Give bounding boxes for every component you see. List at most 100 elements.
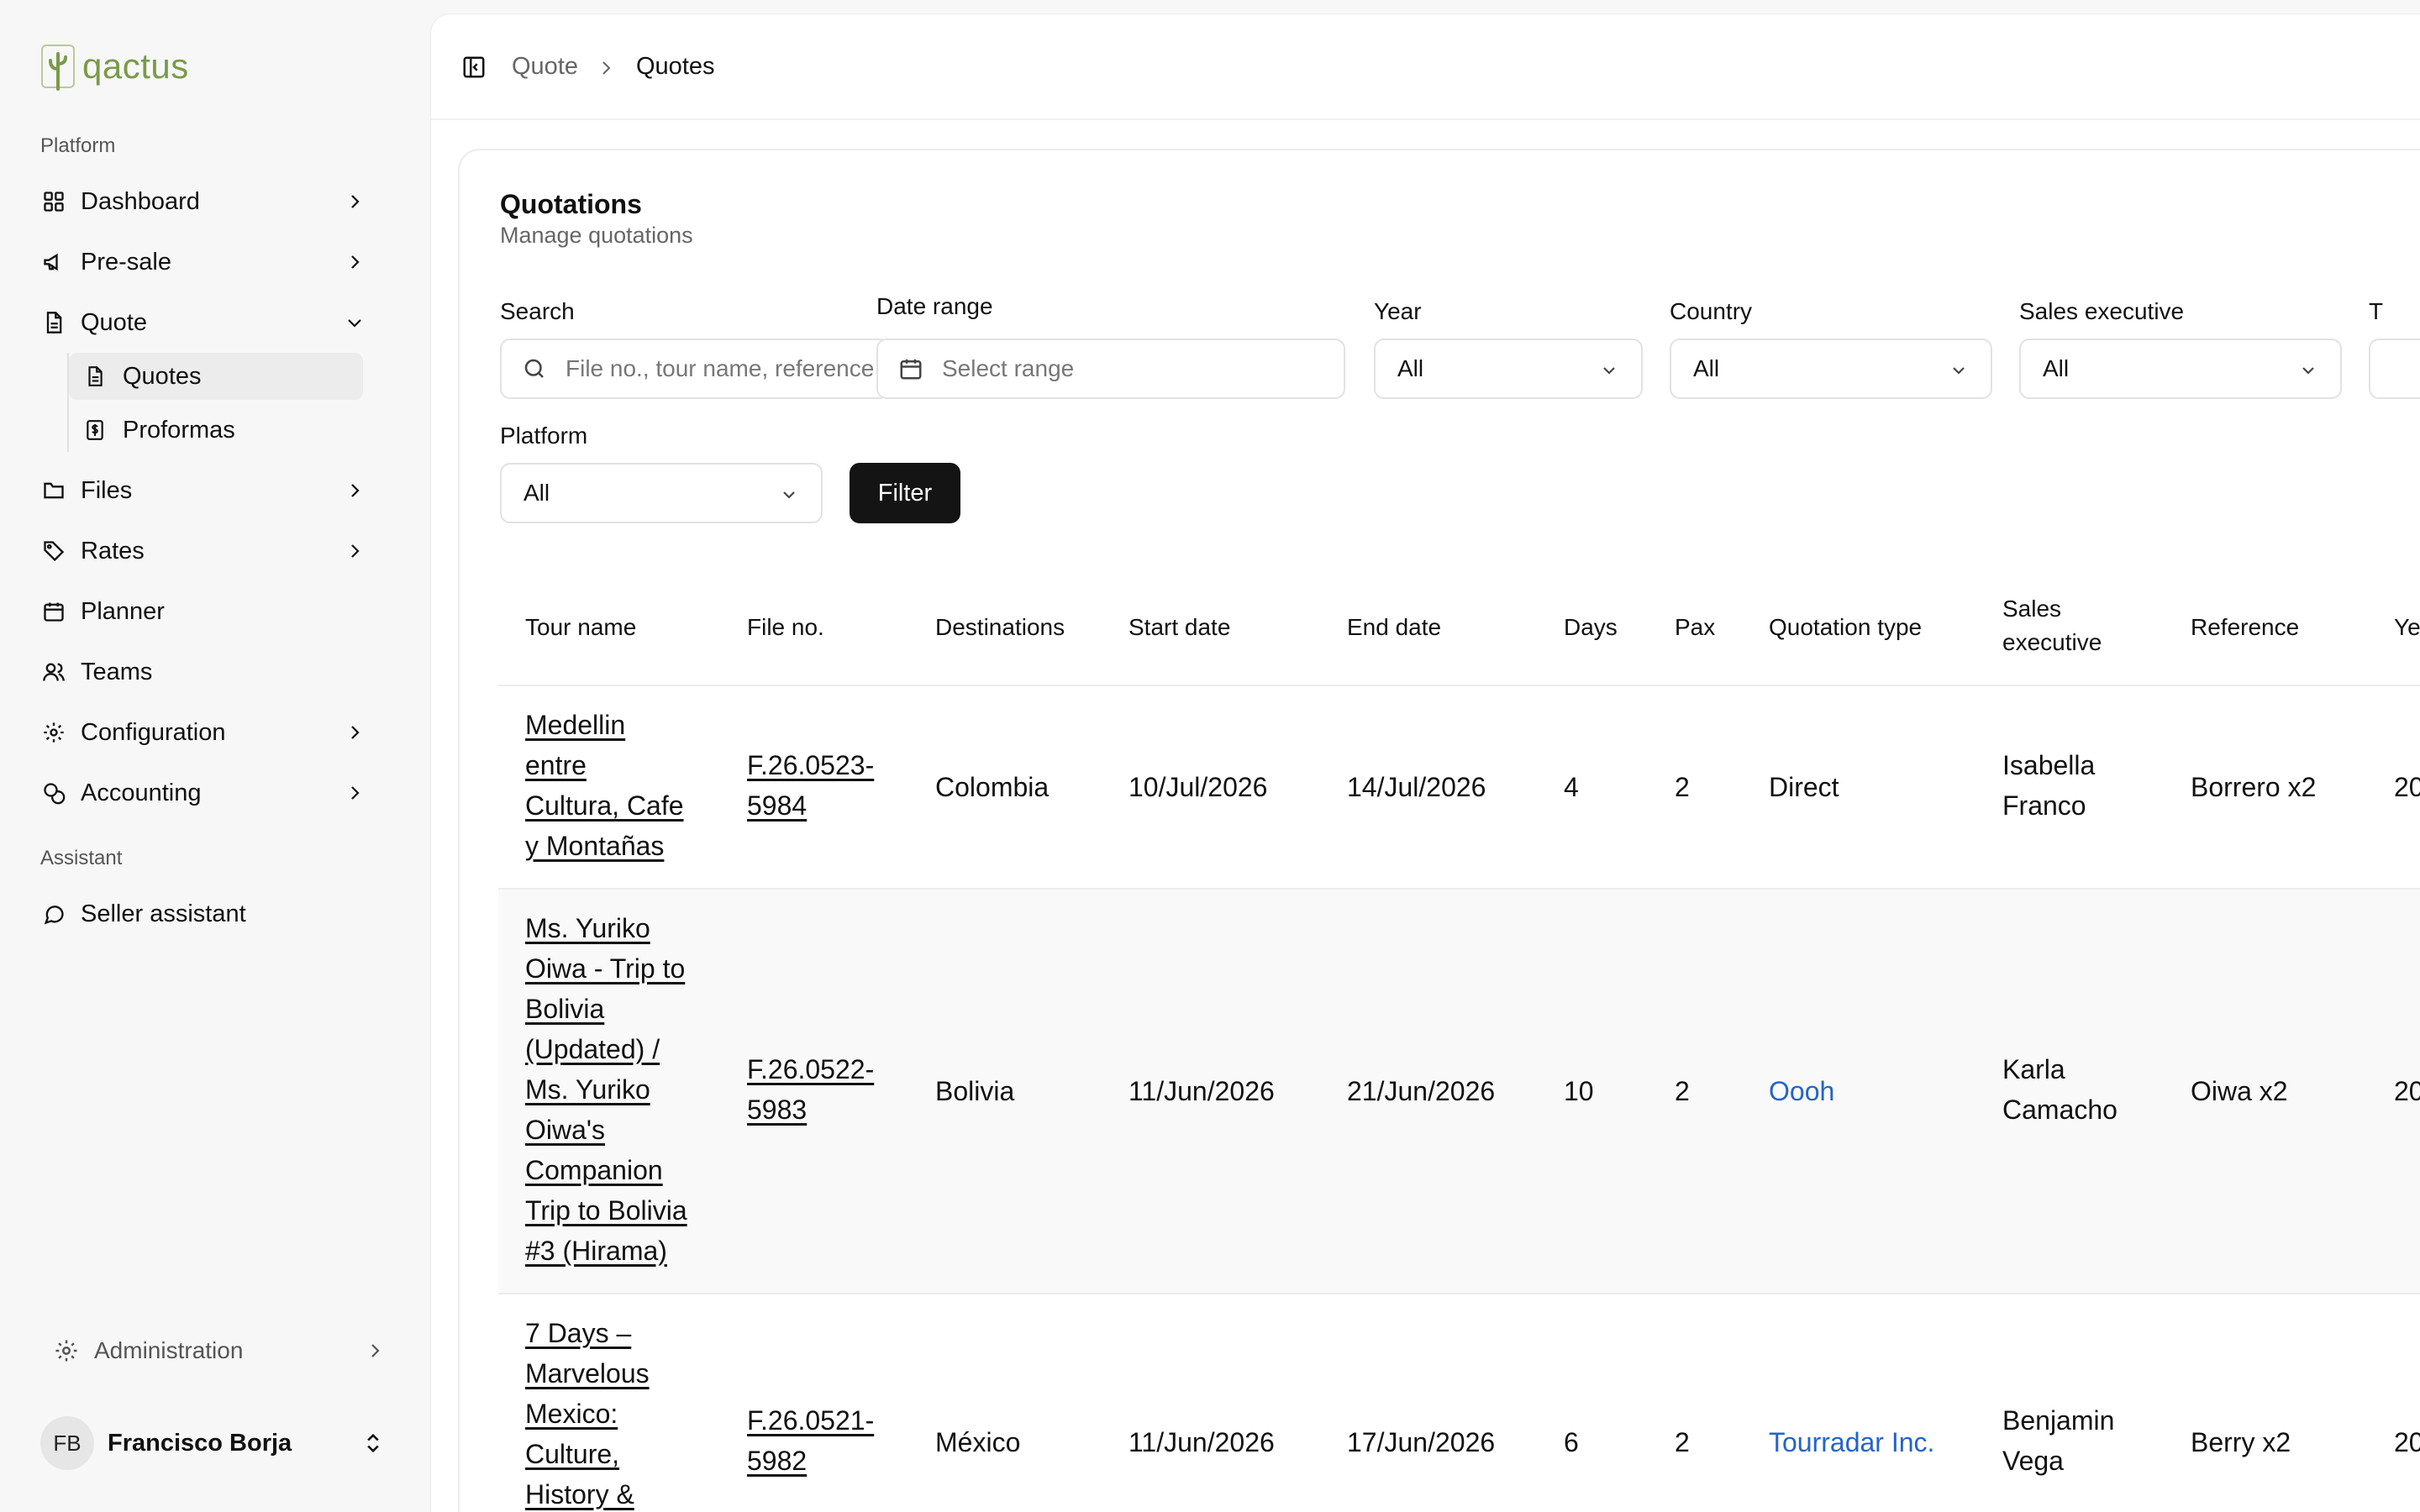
sidebar-item-seller-assistant[interactable]: Seller assistant [27, 889, 397, 939]
page-title: Quotations [500, 189, 642, 219]
year-select[interactable]: All [1374, 339, 1643, 399]
sales-executive-cell: Isabella Franco [2002, 745, 2095, 826]
quotation-type-link[interactable]: Tourradar Inc. [1769, 1422, 1934, 1462]
sidebar-item-label: Files [81, 476, 133, 504]
sidebar-item-quote[interactable]: Quote [27, 297, 397, 348]
date-range-input[interactable]: Select range [876, 339, 1345, 399]
reference-cell: Oiwa x2 [2191, 1076, 2288, 1106]
chevron-right-icon [345, 722, 365, 743]
file-no-line: F.26.0521- [747, 1405, 875, 1436]
file-no-line: 5983 [747, 1095, 808, 1125]
file-no-line: F.26.0523- [747, 750, 875, 780]
sales-executive-line: Camacho [2002, 1095, 2118, 1125]
sidebar-item-accounting[interactable]: Accounting [27, 768, 397, 818]
sidebar-item-pre-sale[interactable]: Pre-sale [27, 237, 397, 287]
col-header-file-no[interactable]: File no. [747, 611, 824, 644]
dollar-document-icon [82, 417, 108, 443]
quotation-type-link[interactable]: Oooh [1769, 1071, 1834, 1111]
days-cell: 6 [1564, 1427, 1579, 1457]
sidebar-toggle-icon[interactable] [461, 55, 488, 81]
tour-name-line: Oiwa - Trip to [525, 953, 686, 984]
tour-name-link[interactable]: Medellin entre Cultura, Cafe y Montañas [525, 705, 684, 866]
col-header-reference[interactable]: Reference [2191, 611, 2299, 644]
user-name: Francisco Borja [108, 1429, 292, 1457]
col-header-year[interactable]: Ye [2394, 611, 2420, 644]
next-filter-select[interactable] [2369, 339, 2420, 399]
year-label: Year [1374, 298, 1422, 324]
topbar: Quote Quotes [431, 14, 2420, 120]
app-logo[interactable]: qactus [40, 40, 189, 92]
col-header-tour-name[interactable]: Tour name [525, 611, 636, 644]
year-cell: 20 [2394, 772, 2420, 802]
col-header-end-date[interactable]: End date [1347, 611, 1441, 644]
document-icon [40, 309, 67, 336]
col-header-sales-executive[interactable]: Sales executive [2002, 592, 2102, 659]
tour-name-line: Companion [525, 1155, 663, 1185]
start-date-cell: 10/Jul/2026 [1128, 772, 1268, 802]
tour-name-line: Ms. Yuriko [525, 1074, 650, 1105]
file-no-line: F.26.0522- [747, 1054, 875, 1084]
sidebar-item-configuration[interactable]: Configuration [27, 707, 397, 758]
file-no-link[interactable]: F.26.0523- 5984 [747, 745, 874, 826]
chevron-down-icon [2298, 360, 2318, 381]
page-subtitle: Manage quotations [500, 223, 693, 248]
col-header-quotation-type[interactable]: Quotation type [1769, 611, 1922, 644]
col-header-start-date[interactable]: Start date [1128, 611, 1230, 644]
user-menu[interactable]: FB Francisco Borja [40, 1416, 393, 1470]
chevron-right-icon [345, 252, 365, 272]
tour-name-link[interactable]: 7 Days – Marvelous Mexico: Culture, Hist… [525, 1313, 650, 1512]
sidebar-item-rates[interactable]: Rates [27, 526, 397, 576]
date-range-placeholder: Select range [942, 355, 1075, 381]
sidebar-subitem-label: Quotes [123, 362, 202, 390]
sales-executive-line: Karla [2002, 1054, 2065, 1084]
sidebar-item-label: Configuration [81, 718, 226, 746]
sidebar-item-planner[interactable]: Planner [27, 586, 397, 637]
sidebar-item-teams[interactable]: Teams [27, 647, 397, 697]
country-select[interactable]: All [1670, 339, 1992, 399]
sales-executive-line: Vega [2002, 1446, 2064, 1476]
sales-executive-cell: Karla Camacho [2002, 1049, 2118, 1130]
sidebar-item-label: Teams [81, 658, 153, 685]
next-filter-label: T [2369, 298, 2384, 324]
search-input[interactable]: File no., tour name, reference [500, 339, 890, 399]
document-icon [82, 364, 108, 389]
col-header-destinations[interactable]: Destinations [935, 611, 1065, 644]
platform-select[interactable]: All [500, 463, 823, 523]
col-header-pax[interactable]: Pax [1675, 611, 1715, 644]
col-header-sales-executive-line2: executive [2002, 629, 2102, 655]
administration-button[interactable]: Administration [40, 1327, 393, 1374]
sidebar-item-dashboard[interactable]: Dashboard [27, 176, 397, 227]
sidebar-item-label: Seller assistant [81, 900, 246, 927]
users-icon [40, 659, 67, 685]
breadcrumb-quote[interactable]: Quote [512, 53, 578, 81]
file-no-link[interactable]: F.26.0522- 5983 [747, 1049, 874, 1130]
tour-name-link[interactable]: Ms. Yuriko Oiwa - Trip to Bolivia (Updat… [525, 908, 687, 1271]
chevron-right-icon [345, 541, 365, 561]
col-header-days[interactable]: Days [1564, 611, 1618, 644]
table-row[interactable]: Medellin entre Cultura, Cafe y Montañas … [498, 686, 2420, 890]
file-no-line: 5982 [747, 1446, 808, 1476]
sidebar-subitem-proformas[interactable]: Proformas [69, 407, 363, 454]
tag-icon [40, 538, 67, 564]
sidebar-item-files[interactable]: Files [27, 465, 397, 516]
sales-executive-line: Franco [2002, 790, 2086, 821]
table-row[interactable]: Ms. Yuriko Oiwa - Trip to Bolivia (Updat… [498, 890, 2420, 1294]
tour-name-line: Trip to Bolivia [525, 1195, 687, 1226]
filter-button[interactable]: Filter [850, 463, 960, 523]
tour-name-line: Medellin [525, 710, 626, 740]
megaphone-icon [40, 249, 67, 276]
tour-name-line: Ms. Yuriko [525, 913, 650, 943]
end-date-cell: 17/Jun/2026 [1347, 1427, 1496, 1457]
folder-icon [40, 477, 67, 504]
platform-section-label: Platform [40, 134, 116, 157]
tour-name-line: History & [525, 1479, 634, 1509]
reference-cell: Berry x2 [2191, 1427, 2291, 1457]
sidebar-subitem-label: Proformas [123, 416, 235, 444]
sales-executive-select[interactable]: All [2019, 339, 2342, 399]
sidebar-subitem-quotes[interactable]: Quotes [69, 353, 363, 400]
cactus-logo-icon [40, 40, 77, 92]
tour-name-line: Marvelous [525, 1358, 650, 1389]
chevron-right-icon [345, 783, 365, 803]
table-row[interactable]: 7 Days – Marvelous Mexico: Culture, Hist… [498, 1294, 2420, 1512]
file-no-link[interactable]: F.26.0521- 5982 [747, 1400, 874, 1481]
